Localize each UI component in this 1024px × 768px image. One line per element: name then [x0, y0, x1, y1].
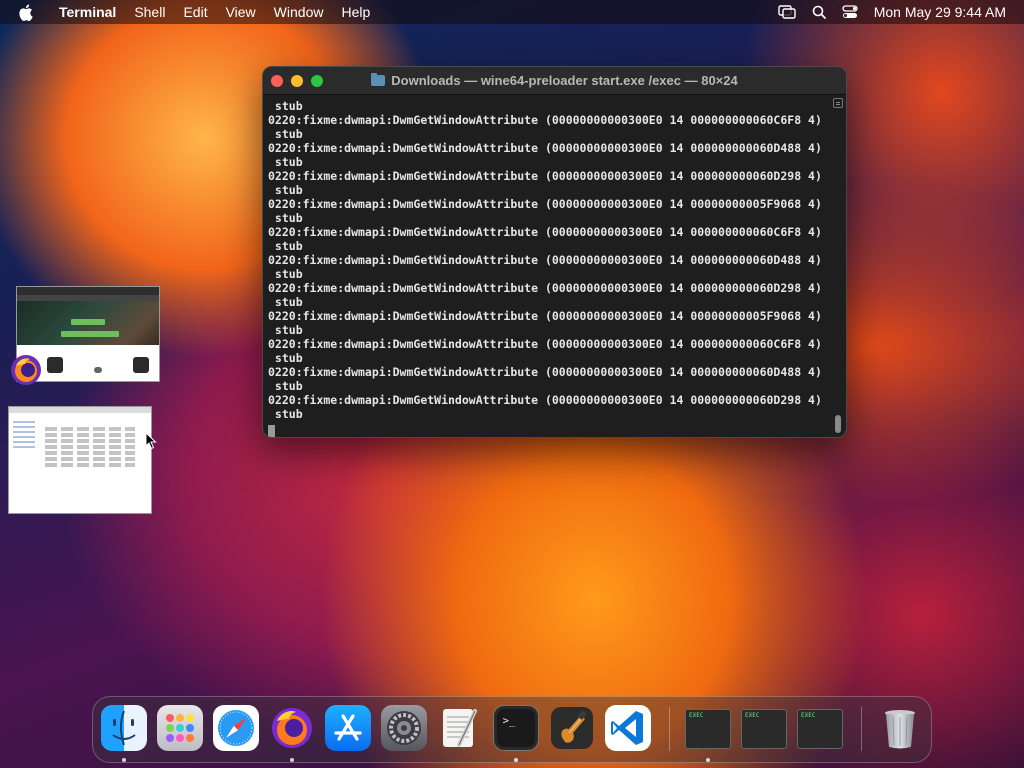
close-button[interactable]: [271, 75, 283, 87]
textedit-icon[interactable]: [437, 705, 483, 751]
terminal-prompt-line: [268, 421, 826, 437]
system-preferences-icon[interactable]: [381, 705, 427, 751]
control-center-icon[interactable]: [842, 5, 858, 19]
menu-app-name[interactable]: Terminal: [50, 0, 125, 24]
menu-edit[interactable]: Edit: [174, 0, 216, 24]
terminal-line: 0220:fixme:dwmapi:DwmGetWindowAttribute …: [268, 141, 822, 155]
thumbnail-small-icon: [94, 367, 102, 373]
running-indicator: [122, 758, 126, 762]
firefox-icon[interactable]: [269, 705, 315, 751]
menu-clock[interactable]: Mon May 29 9:44 AM: [874, 4, 1006, 20]
terminal-line: stub: [268, 407, 303, 421]
dock-separator: [669, 707, 670, 751]
thumbnail-row: [45, 433, 135, 437]
menu-help[interactable]: Help: [332, 0, 379, 24]
terminal-line: 0220:fixme:dwmapi:DwmGetWindowAttribute …: [268, 393, 822, 407]
terminal-line: stub: [268, 183, 303, 197]
terminal-line: stub: [268, 239, 303, 253]
terminal-line: stub: [268, 351, 303, 365]
zoom-button[interactable]: [311, 75, 323, 87]
exec-window-label: EXEC: [745, 712, 760, 719]
terminal-line: 0220:fixme:dwmapi:DwmGetWindowAttribute …: [268, 225, 822, 239]
thumbnail-row: [45, 451, 135, 455]
text-cursor: [268, 425, 275, 437]
terminal-line: 0220:fixme:dwmapi:DwmGetWindowAttribute …: [268, 169, 822, 183]
terminal-line: stub: [268, 155, 303, 169]
dock-separator: [861, 707, 862, 751]
terminal-line: stub: [268, 295, 303, 309]
terminal-line: 0220:fixme:dwmapi:DwmGetWindowAttribute …: [268, 309, 822, 323]
terminal-line: 0220:fixme:dwmapi:DwmGetWindowAttribute …: [268, 113, 822, 127]
minimize-button[interactable]: [291, 75, 303, 87]
window-title: Downloads — wine64-preloader start.exe /…: [391, 73, 738, 88]
exec-window-label: EXEC: [689, 712, 704, 719]
terminal-line: 0220:fixme:dwmapi:DwmGetWindowAttribute …: [268, 253, 822, 267]
terminal-scrollbar[interactable]: [832, 96, 844, 437]
thumbnail-tree-view: [13, 421, 35, 451]
terminal-line: 0220:fixme:dwmapi:DwmGetWindowAttribute …: [268, 337, 822, 351]
firefox-badge-icon: [10, 354, 42, 386]
svg-text:>_: >_: [503, 715, 516, 727]
thumbnail-row: [45, 463, 135, 467]
terminal-line: stub: [268, 211, 303, 225]
screen-mirroring-icon[interactable]: [778, 5, 796, 19]
terminal-line: stub: [268, 127, 303, 141]
thumbnail-title-bar: [9, 407, 151, 413]
thumbnail-b-icon: [47, 357, 63, 373]
thumbnail-row: [45, 457, 135, 461]
thumbnail-button: [61, 331, 119, 337]
scrollbar-thumb[interactable]: [835, 415, 841, 433]
dock: >_ EXEC EXEC EXEC: [92, 696, 932, 763]
terminal-line: 0220:fixme:dwmapi:DwmGetWindowAttribute …: [268, 197, 822, 211]
split-pane-icon[interactable]: [833, 98, 843, 108]
window-controls: [271, 75, 323, 87]
terminal-window[interactable]: Downloads — wine64-preloader start.exe /…: [262, 66, 847, 438]
terminal-line: stub: [268, 267, 303, 281]
apple-menu-icon[interactable]: [18, 4, 36, 21]
running-indicator: [514, 758, 518, 762]
terminal-line: 0220:fixme:dwmapi:DwmGetWindowAttribute …: [268, 365, 822, 379]
wine-window-thumbnail[interactable]: [8, 406, 152, 514]
terminal-output[interactable]: stub 0220:fixme:dwmapi:DwmGetWindowAttrib…: [263, 96, 846, 437]
app-store-icon[interactable]: [325, 705, 371, 751]
terminal-icon[interactable]: >_: [493, 705, 539, 751]
minimized-exec-window[interactable]: EXEC: [741, 709, 787, 749]
trash-icon[interactable]: [877, 705, 923, 751]
minimized-exec-window[interactable]: EXEC: [685, 709, 731, 749]
thumbnail-file-list: [45, 427, 135, 469]
thumbnail-hero-image: [17, 301, 159, 345]
garageband-icon[interactable]: [549, 705, 595, 751]
terminal-line: stub: [268, 99, 303, 113]
finder-icon[interactable]: [101, 705, 147, 751]
minimized-exec-window[interactable]: EXEC: [797, 709, 843, 749]
search-icon[interactable]: [812, 5, 826, 19]
terminal-line: stub: [268, 379, 303, 393]
thumbnail-window-icon: [133, 357, 149, 373]
vscode-icon[interactable]: [605, 705, 651, 751]
safari-icon[interactable]: [213, 705, 259, 751]
thumbnail-tab-bar: [17, 287, 159, 295]
launchpad-icon[interactable]: [157, 705, 203, 751]
menu-window[interactable]: Window: [265, 0, 333, 24]
thumbnail-icon-row: [47, 357, 149, 373]
menu-bar: Terminal Shell Edit View Window Help Mon…: [0, 0, 1024, 24]
terminal-line: 0220:fixme:dwmapi:DwmGetWindowAttribute …: [268, 281, 822, 295]
thumbnail-button: [71, 319, 105, 325]
exec-window-label: EXEC: [801, 712, 816, 719]
running-indicator: [706, 758, 710, 762]
thumbnail-row: [45, 427, 135, 431]
terminal-line: stub: [268, 323, 303, 337]
thumbnail-row: [45, 445, 135, 449]
folder-icon: [371, 73, 386, 86]
window-title-group: Downloads — wine64-preloader start.exe /…: [263, 73, 846, 88]
mouse-pointer-icon: [145, 432, 157, 450]
menu-shell[interactable]: Shell: [125, 0, 174, 24]
menu-view[interactable]: View: [217, 0, 265, 24]
terminal-title-bar[interactable]: Downloads — wine64-preloader start.exe /…: [263, 67, 846, 95]
running-indicator: [290, 758, 294, 762]
thumbnail-row: [45, 439, 135, 443]
